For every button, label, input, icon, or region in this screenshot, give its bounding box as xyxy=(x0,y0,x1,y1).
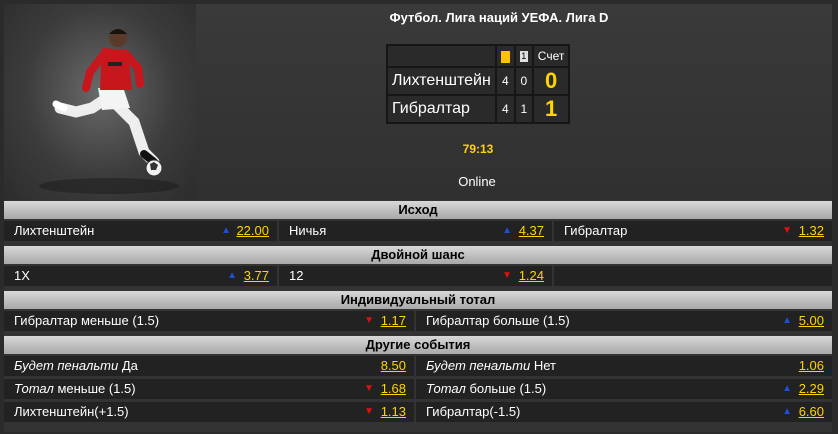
odds-down-icon: ▼ xyxy=(364,406,374,417)
odds-down-icon: ▼ xyxy=(364,383,374,394)
bet-handicap-home[interactable]: Лихтенштейн(+1.5) ▼ 1.13 xyxy=(4,402,414,422)
team-home-score: 0 xyxy=(533,68,569,94)
bet-label: Тотал больше (1.5) xyxy=(426,379,546,399)
bet-odd[interactable]: 22.00 xyxy=(236,221,269,241)
bet-double-1x[interactable]: 1X ▲ 3.77 xyxy=(4,266,277,286)
event-header: Футбол. Лига наций УЕФА. Лига D 1 Счет Л… xyxy=(4,4,832,200)
bet-label-italic: Тотал xyxy=(426,381,466,396)
bet-label-text: Нет xyxy=(530,358,557,373)
odds-up-icon: ▲ xyxy=(782,406,792,417)
score-header: Счет xyxy=(533,46,569,66)
bet-label: Гибралтар больше (1.5) xyxy=(426,313,570,328)
bet-label: Ничья xyxy=(289,223,327,238)
bet-individual-over[interactable]: Гибралтар больше (1.5) ▲ 5.00 xyxy=(416,311,832,331)
bet-penalty-no[interactable]: Будет пенальти Нет 1.06 xyxy=(416,356,832,376)
bet-odd[interactable]: 8.50 xyxy=(381,356,406,376)
bet-label: 12 xyxy=(289,268,304,283)
team-away-yellow: 4 xyxy=(496,96,514,122)
event-title: Футбол. Лига наций УЕФА. Лига D xyxy=(389,10,609,25)
bet-label: Лихтенштейн(+1.5) xyxy=(14,404,129,419)
match-status: Online xyxy=(458,174,496,189)
bet-label: Будет пенальти Нет xyxy=(426,356,556,376)
bet-label: Лихтенштейн xyxy=(14,223,95,238)
section-double-chance-header: Двойной шанс xyxy=(4,246,832,264)
bet-label-italic: Будет пенальти xyxy=(14,358,119,373)
bet-label: Гибралтар(-1.5) xyxy=(426,404,521,419)
team-home-yellow: 4 xyxy=(496,68,514,94)
section-outcome-header: Исход xyxy=(4,201,832,219)
bet-label: Гибралтар меньше (1.5) xyxy=(14,313,160,328)
bet-label-italic: Будет пенальти xyxy=(426,358,531,373)
team-home-stat: 0 xyxy=(515,68,532,94)
team-away-name: Гибралтар xyxy=(388,96,495,122)
bet-odd[interactable]: 6.60 xyxy=(799,402,824,422)
bet-double-empty xyxy=(554,266,832,286)
bet-label-italic: Тотал xyxy=(14,381,54,396)
bet-odd[interactable]: 1.68 xyxy=(381,379,406,399)
bet-label: Тотал меньше (1.5) xyxy=(14,379,136,399)
bet-total-over[interactable]: Тотал больше (1.5) ▲ 2.29 xyxy=(416,379,832,399)
team-away-score: 1 xyxy=(533,96,569,122)
odds-down-icon: ▼ xyxy=(502,270,512,281)
bet-outcome-draw[interactable]: Ничья ▲ 4.37 xyxy=(279,221,552,241)
odds-up-icon: ▲ xyxy=(221,225,231,236)
bet-label: 1X xyxy=(14,268,30,283)
bet-double-12[interactable]: 12 ▼ 1.24 xyxy=(279,266,552,286)
odds-down-icon: ▼ xyxy=(364,315,374,326)
bet-odd[interactable]: 1.24 xyxy=(519,266,544,286)
section-individual-total-header: Индивидуальный тотал xyxy=(4,291,832,309)
bet-odd[interactable]: 4.37 xyxy=(519,221,544,241)
scoreboard-team-header xyxy=(388,46,495,66)
yellow-card-icon xyxy=(496,46,514,66)
bet-label-text: меньше (1.5) xyxy=(53,381,136,396)
bet-handicap-away[interactable]: Гибралтар(-1.5) ▲ 6.60 xyxy=(416,402,832,422)
bet-individual-under[interactable]: Гибралтар меньше (1.5) ▼ 1.17 xyxy=(4,311,414,331)
scoreboard: 1 Счет Лихтенштейн 4 0 0 Гибралтар 4 1 1 xyxy=(386,44,571,124)
bet-total-under[interactable]: Тотал меньше (1.5) ▼ 1.68 xyxy=(4,379,414,399)
team-home-name: Лихтенштейн xyxy=(388,68,495,94)
bet-odd[interactable]: 3.77 xyxy=(244,266,269,286)
section-other-events-header: Другие события xyxy=(4,336,832,354)
bet-outcome-away[interactable]: Гибралтар ▼ 1.32 xyxy=(554,221,832,241)
player-image xyxy=(4,4,196,200)
bet-odd[interactable]: 2.29 xyxy=(799,379,824,399)
football-player-illustration xyxy=(39,29,179,194)
bet-label: Гибралтар xyxy=(564,223,628,238)
bet-label-text: Да xyxy=(118,358,138,373)
odds-up-icon: ▲ xyxy=(782,383,792,394)
odds-up-icon: ▲ xyxy=(782,315,792,326)
event-widget: Футбол. Лига наций УЕФА. Лига D 1 Счет Л… xyxy=(4,4,832,432)
odds-up-icon: ▲ xyxy=(227,270,237,281)
odds-up-icon: ▲ xyxy=(502,225,512,236)
bet-odd[interactable]: 5.00 xyxy=(799,311,824,331)
bet-odd[interactable]: 1.17 xyxy=(381,311,406,331)
bet-label: Будет пенальти Да xyxy=(14,356,138,376)
match-time: 79:13 xyxy=(462,142,494,156)
bet-odd[interactable]: 1.06 xyxy=(799,356,824,376)
team-away-stat: 1 xyxy=(515,96,532,122)
bet-penalty-yes[interactable]: Будет пенальти Да 8.50 xyxy=(4,356,414,376)
odds-down-icon: ▼ xyxy=(782,225,792,236)
bet-label-text: больше (1.5) xyxy=(465,381,547,396)
corners-icon: 1 xyxy=(515,46,532,66)
bet-outcome-home[interactable]: Лихтенштейн ▲ 22.00 xyxy=(4,221,277,241)
bet-odd[interactable]: 1.13 xyxy=(381,402,406,422)
bet-odd[interactable]: 1.32 xyxy=(799,221,824,241)
